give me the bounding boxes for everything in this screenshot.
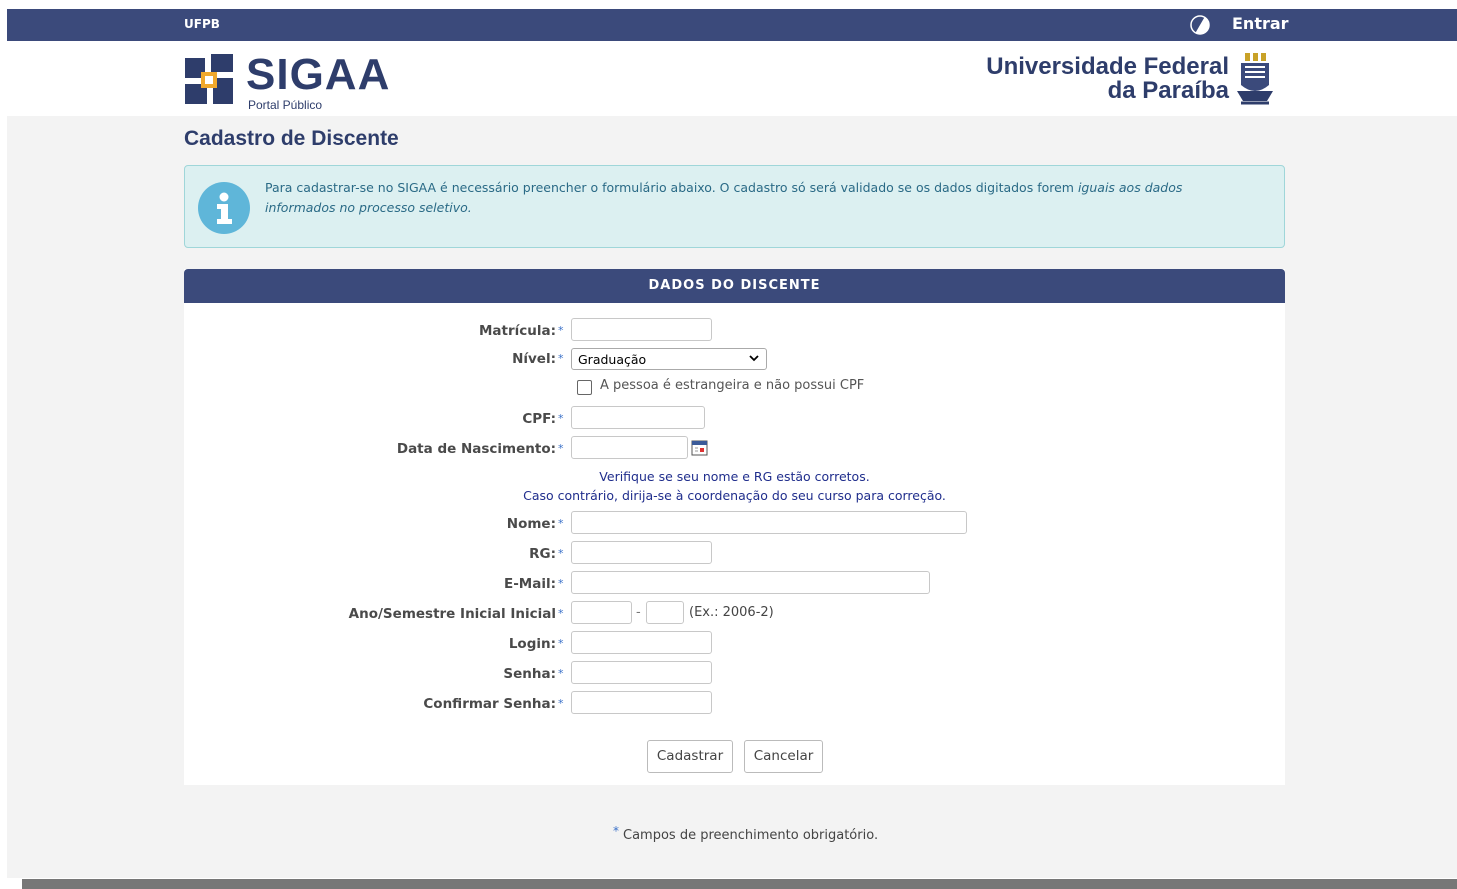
birthdate-label: Data de Nascimento: bbox=[396, 441, 556, 457]
info-text: Para cadastrar-se no SIGAA é necessário … bbox=[265, 180, 1183, 215]
required-star: * bbox=[558, 324, 564, 337]
login-input[interactable] bbox=[571, 631, 712, 654]
verification-note-line1: Verifique se seu nome e RG estão correto… bbox=[599, 469, 870, 484]
foreigner-checkbox[interactable] bbox=[577, 380, 592, 395]
login-link[interactable]: Entrar bbox=[1232, 14, 1289, 33]
senha-input[interactable] bbox=[571, 661, 712, 684]
ano-semestre-hint: (Ex.: 2006-2) bbox=[689, 605, 774, 620]
sigaa-logo-text: SIGAA bbox=[246, 50, 391, 99]
ano-semestre-separator: - bbox=[636, 605, 641, 620]
site-header: SIGAA Portal Público Universidade Federa… bbox=[7, 41, 1457, 116]
required-star: * bbox=[558, 577, 564, 590]
rg-label: RG: bbox=[529, 546, 556, 562]
confirmar-senha-label: Confirmar Senha: bbox=[423, 696, 556, 712]
info-message: Para cadastrar-se no SIGAA é necessário … bbox=[184, 165, 1285, 248]
required-fields-note: * Campos de preenchimento obrigatório. bbox=[613, 824, 879, 843]
ano-input[interactable] bbox=[571, 601, 632, 624]
required-star: * bbox=[558, 517, 564, 530]
required-star: * bbox=[558, 637, 564, 650]
required-star: * bbox=[613, 824, 619, 838]
email-input[interactable] bbox=[571, 571, 930, 594]
institution-link[interactable]: UFPB bbox=[184, 17, 220, 31]
nivel-label: Nível: bbox=[512, 351, 556, 367]
bottom-bar bbox=[22, 879, 1457, 889]
required-star: * bbox=[558, 412, 564, 425]
main-content: Cadastro de Discente Para cadastrar-se n… bbox=[7, 116, 1457, 878]
matricula-input[interactable] bbox=[571, 318, 712, 341]
nivel-select[interactable]: Graduação bbox=[571, 348, 767, 370]
rg-input[interactable] bbox=[571, 541, 712, 564]
ano-semestre-label: Ano/Semestre Inicial Inicial bbox=[348, 606, 556, 622]
chevron-down-icon bbox=[749, 355, 759, 362]
page-title: Cadastro de Discente bbox=[184, 127, 399, 150]
required-star: * bbox=[558, 547, 564, 560]
senha-label: Senha: bbox=[503, 666, 556, 682]
cancelar-button[interactable]: Cancelar bbox=[744, 740, 823, 773]
required-star: * bbox=[558, 697, 564, 710]
semestre-input[interactable] bbox=[646, 601, 684, 624]
required-star: * bbox=[558, 442, 564, 455]
login-label: Login: bbox=[508, 636, 556, 652]
section-header: DADOS DO DISCENTE bbox=[184, 269, 1285, 303]
foreigner-checkbox-label[interactable]: A pessoa é estrangeira e não possui CPF bbox=[600, 378, 864, 393]
contrast-icon[interactable] bbox=[1190, 15, 1210, 35]
nome-label: Nome: bbox=[506, 516, 556, 532]
cpf-input[interactable] bbox=[571, 406, 705, 429]
birthdate-input[interactable] bbox=[571, 436, 688, 459]
nome-input[interactable] bbox=[571, 511, 967, 534]
calendar-icon[interactable] bbox=[691, 439, 708, 456]
cadastrar-button[interactable]: Cadastrar bbox=[647, 740, 733, 773]
sigaa-logo-icon[interactable] bbox=[183, 52, 235, 108]
cpf-label: CPF: bbox=[522, 411, 556, 427]
required-star: * bbox=[558, 667, 564, 680]
form-panel: DADOS DO DISCENTE Matrícula: * Nível: * … bbox=[184, 269, 1285, 785]
confirmar-senha-input[interactable] bbox=[571, 691, 712, 714]
required-star: * bbox=[558, 352, 564, 365]
verification-note-line2: Caso contrário, dirija-se à coordenação … bbox=[523, 488, 946, 503]
matricula-label: Matrícula: bbox=[478, 323, 556, 339]
top-bar: UFPB Entrar bbox=[7, 9, 1457, 41]
email-label: E-Mail: bbox=[503, 576, 556, 592]
university-name: Universidade Federal da Paraíba bbox=[986, 53, 1229, 104]
info-icon bbox=[198, 182, 250, 234]
university-crest-icon bbox=[1237, 53, 1273, 105]
portal-subtitle: Portal Público bbox=[248, 98, 323, 112]
required-star: * bbox=[558, 607, 564, 620]
